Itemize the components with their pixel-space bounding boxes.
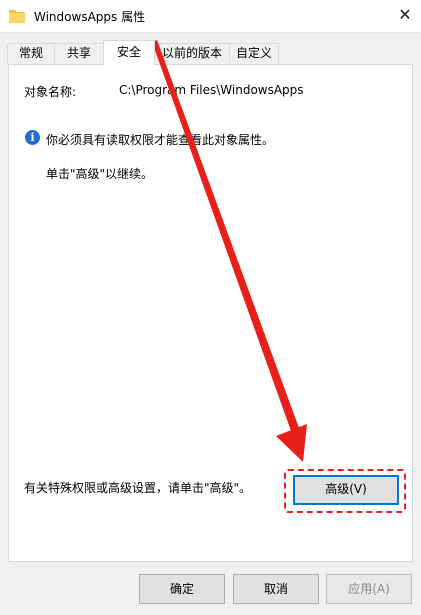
object-name-value: C:\Program Files\WindowsApps — [119, 83, 304, 97]
info-message: 你必须具有读取权限才能查看此对象属性。 — [46, 133, 275, 147]
continue-message: 单击"高级"以继续。 — [46, 167, 154, 181]
advanced-button[interactable]: 高级(V) — [293, 475, 399, 505]
close-icon: ✕ — [398, 5, 412, 24]
apply-button[interactable]: 应用(A) — [326, 574, 412, 604]
tab-security[interactable]: 安全 — [103, 40, 155, 65]
tab-customize[interactable]: 自定义 — [229, 43, 279, 63]
special-permissions-text: 有关特殊权限或高级设置，请单击"高级"。 — [24, 481, 252, 495]
ok-button[interactable]: 确定 — [139, 574, 225, 604]
title-bar: WindowsApps 属性 ✕ — [0, 0, 421, 33]
info-icon: i — [25, 130, 40, 145]
object-name-label: 对象名称: — [24, 85, 77, 99]
tab-previous-versions[interactable]: 以前的版本 — [154, 43, 230, 63]
security-panel: 对象名称: C:\Program Files\WindowsApps i 你必须… — [8, 64, 413, 562]
window-title: WindowsApps 属性 — [34, 10, 146, 24]
tab-general[interactable]: 常规 — [7, 43, 55, 63]
folder-icon — [9, 10, 25, 23]
tab-sharing[interactable]: 共享 — [54, 43, 104, 63]
close-button[interactable]: ✕ — [389, 0, 421, 32]
cancel-button[interactable]: 取消 — [233, 574, 319, 604]
